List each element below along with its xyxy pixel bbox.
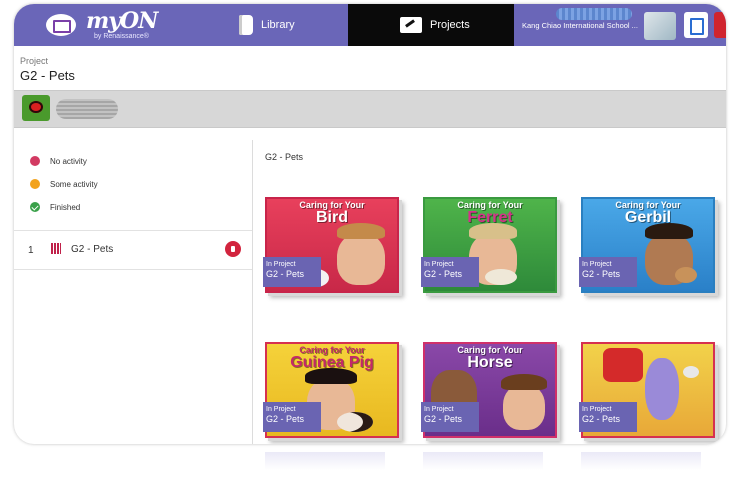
finished-check-icon [30, 202, 40, 212]
book-title: Caring for Your Bird [299, 200, 365, 226]
budgie-head-image [683, 366, 699, 378]
reflection [265, 452, 385, 470]
book-card-gerbil[interactable]: Caring for Your Gerbil In Project G2 - P… [579, 197, 715, 293]
project-title: G2 - Pets [20, 68, 75, 83]
sign-out-icon[interactable] [684, 12, 708, 38]
list-item[interactable]: 1 G2 - Pets [14, 230, 252, 270]
myon-logo[interactable]: myON by Renaissance® [44, 8, 184, 44]
reflection [581, 452, 701, 470]
legend-label: Some activity [50, 179, 98, 189]
legend-some-activity: Some activity [30, 179, 98, 189]
list-item-name: G2 - Pets [71, 244, 114, 255]
book-card-budgie[interactable]: In Project G2 - Pets [579, 342, 715, 438]
reflection [423, 452, 543, 470]
ferret-image [485, 269, 517, 285]
in-project-badge: In Project G2 - Pets [421, 402, 479, 432]
boy-face-image [337, 233, 385, 285]
legend-finished: Finished [30, 202, 80, 212]
app-window: myON by Renaissance® Library Projects Ka… [14, 4, 726, 444]
envelope-icon [46, 14, 76, 36]
budgie-image [645, 358, 679, 420]
logo-sub-text: by Renaissance® [94, 33, 149, 40]
in-project-badge: In Project G2 - Pets [263, 402, 321, 432]
book-card-ferret[interactable]: Caring for Your Ferret In Project G2 - P… [421, 197, 557, 293]
help-button[interactable] [714, 12, 726, 38]
in-project-badge: In Project G2 - Pets [579, 402, 637, 432]
book-group-title: G2 - Pets [265, 152, 304, 162]
legend-label: No activity [50, 156, 87, 166]
book-card-bird[interactable]: Caring for Your Bird In Project G2 - Pet… [263, 197, 399, 293]
book-card-horse[interactable]: Caring for Your Horse In Project G2 - Pe… [421, 342, 557, 438]
books-icon [51, 243, 61, 254]
no-activity-status-icon [225, 241, 241, 257]
user-avatar[interactable] [644, 12, 676, 40]
guinea-pig-image [337, 412, 373, 432]
top-nav-bar: myON by Renaissance® Library Projects Ka… [14, 4, 726, 46]
no-activity-icon [30, 156, 40, 166]
girl-face-image [503, 384, 545, 430]
gerbil-image [675, 267, 697, 283]
some-activity-icon [30, 179, 40, 189]
ladybug-avatar[interactable] [22, 95, 50, 121]
folder-icon [400, 17, 422, 33]
tab-library[interactable]: Library [189, 4, 349, 46]
tab-library-label: Library [261, 19, 295, 31]
book-card-guinea-pig[interactable]: Caring for Your Guinea Pig In Project G2… [263, 342, 399, 438]
member-strip [14, 90, 726, 128]
sidebar: No activity Some activity Finished 1 G2 … [14, 140, 253, 444]
tab-projects[interactable]: Projects [348, 4, 514, 46]
project-label: Project [20, 56, 49, 66]
book-title: Caring for Your Horse [457, 345, 523, 371]
book-icon [239, 15, 253, 35]
in-project-badge: In Project G2 - Pets [579, 257, 637, 287]
in-project-badge: In Project G2 - Pets [263, 257, 321, 287]
logo-brand-text: myON [86, 8, 158, 34]
book-title: Caring for Your Gerbil [615, 200, 681, 226]
red-figure-image [603, 348, 643, 382]
redacted-username [556, 8, 632, 20]
redacted-member-name [56, 99, 118, 119]
list-item-number: 1 [28, 245, 34, 256]
legend-label: Finished [50, 202, 81, 212]
legend-no-activity: No activity [30, 156, 87, 166]
in-project-badge: In Project G2 - Pets [421, 257, 479, 287]
tab-projects-label: Projects [430, 19, 470, 31]
